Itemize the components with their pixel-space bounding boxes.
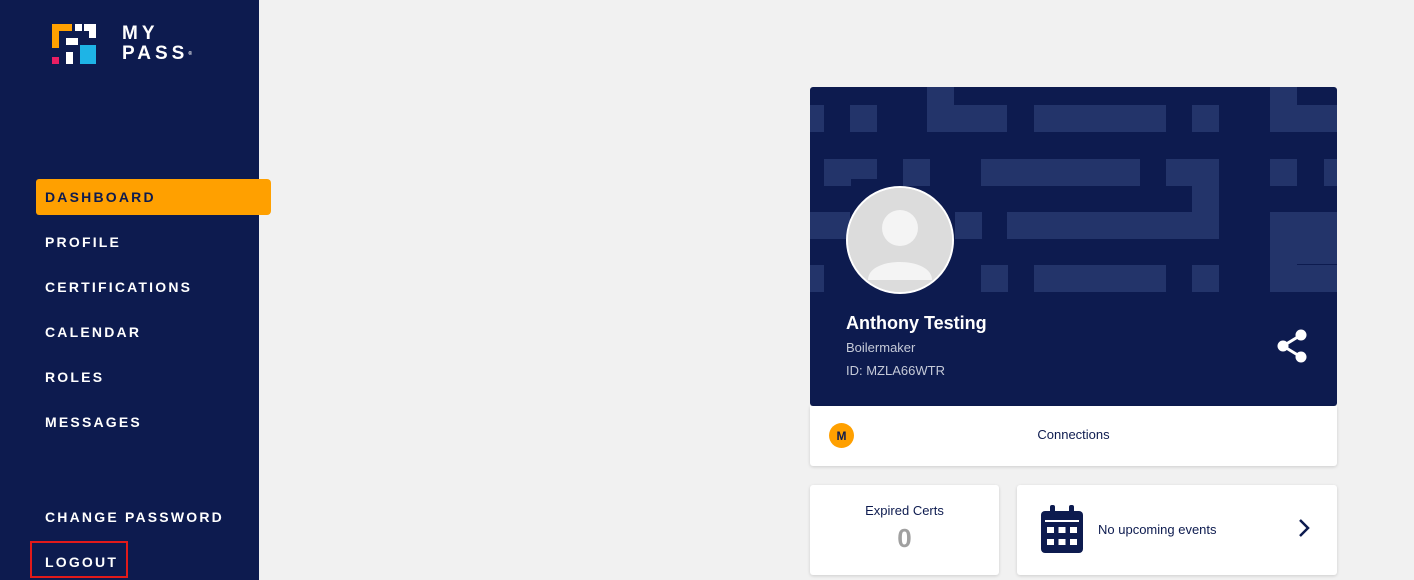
upcoming-events-label: No upcoming events bbox=[1098, 522, 1217, 537]
sidebar: MY PASS® DASHBOARD PROFILE CERTIFICATION… bbox=[0, 0, 271, 580]
expired-certs-card[interactable]: Expired Certs 0 bbox=[810, 485, 999, 575]
mypass-logo-icon bbox=[52, 24, 96, 64]
registered-mark: ® bbox=[188, 51, 193, 57]
nav-item-certifications[interactable]: CERTIFICATIONS bbox=[36, 269, 192, 305]
profile-id: ID: MZLA66WTR bbox=[846, 363, 945, 378]
nav-item-roles[interactable]: ROLES bbox=[36, 359, 104, 395]
logout-highlight-box bbox=[30, 541, 128, 578]
nav-item-change-password[interactable]: CHANGE PASSWORD bbox=[36, 499, 224, 535]
nav-item-dashboard[interactable]: DASHBOARD bbox=[36, 179, 271, 215]
profile-name: Anthony Testing bbox=[846, 313, 987, 333]
calendar-icon bbox=[1041, 505, 1083, 553]
chevron-right-icon[interactable] bbox=[1296, 517, 1312, 539]
brand-line-1: MY bbox=[122, 23, 159, 44]
logo[interactable]: MY PASS® bbox=[52, 24, 192, 64]
upcoming-events-card[interactable]: No upcoming events bbox=[1017, 485, 1337, 575]
expired-certs-count: 0 bbox=[897, 523, 912, 553]
user-avatar-icon[interactable] bbox=[846, 186, 954, 294]
expired-certs-label: Expired Certs bbox=[865, 503, 944, 518]
share-icon[interactable] bbox=[1276, 329, 1308, 363]
profile-card: Anthony Testing Boilermaker ID: MZLA66WT… bbox=[810, 87, 1337, 406]
nav-item-messages[interactable]: MESSAGES bbox=[36, 404, 142, 440]
nav-item-profile[interactable]: PROFILE bbox=[36, 224, 121, 260]
connections-card[interactable]: M Connections bbox=[810, 406, 1337, 466]
brand-name: MY PASS® bbox=[122, 24, 192, 64]
nav-item-calendar[interactable]: CALENDAR bbox=[36, 314, 141, 350]
connections-label: Connections bbox=[1037, 427, 1110, 442]
brand-line-2: PASS bbox=[122, 43, 189, 64]
profile-occupation: Boilermaker bbox=[846, 340, 916, 355]
